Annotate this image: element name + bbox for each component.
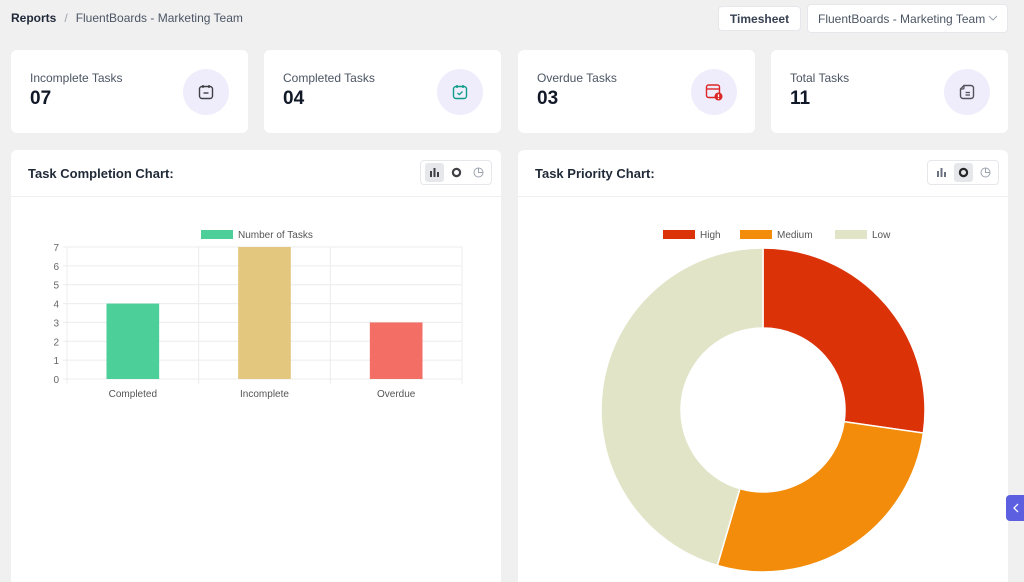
y-tick-label: 1 — [53, 356, 59, 367]
stat-icon-wrap — [944, 69, 990, 115]
calendar-alert-icon — [705, 84, 723, 101]
stat-value: 07 — [30, 88, 52, 109]
bar-incomplete — [238, 247, 291, 379]
stat-value: 04 — [283, 88, 305, 109]
y-tick-label: 3 — [53, 318, 59, 329]
board-select-value: FluentBoards - Marketing Team — [818, 11, 986, 26]
legend-swatch — [201, 230, 233, 239]
bar-chart-bars — [106, 247, 423, 379]
x-tick-label: Incomplete — [240, 389, 289, 400]
stat-card-incomplete: Incomplete Tasks 07 — [11, 50, 248, 133]
y-tick-label: 5 — [53, 281, 59, 292]
stat-value: 11 — [790, 88, 811, 109]
calendar-check-icon — [452, 85, 468, 100]
legend-label: Number of Tasks — [238, 230, 313, 241]
stat-label: Completed Tasks — [283, 71, 375, 85]
legend-label-high: High — [700, 230, 721, 241]
stat-icon-wrap — [183, 69, 229, 115]
y-tick-label: 2 — [53, 337, 59, 348]
bar-chart: 0 1 2 3 4 5 6 7 Completed Incomplete Overdue Numbe… — [53, 230, 463, 400]
legend-swatch-high — [663, 230, 695, 239]
calendar-minus-icon — [198, 85, 214, 100]
doughnut-chart-legend: High Medium Low — [663, 230, 891, 241]
stat-card-completed: Completed Tasks 04 — [264, 50, 501, 133]
breadcrumb: Reports / FluentBoards - Marketing Team — [11, 11, 243, 25]
timesheet-button[interactable]: Timesheet — [718, 6, 801, 31]
doughnut-chart: High Medium Low — [600, 230, 926, 573]
document-icon — [959, 84, 975, 100]
stat-icon-wrap — [691, 69, 737, 115]
stat-value: 03 — [537, 88, 559, 109]
chevron-down-icon — [988, 15, 998, 21]
legend-swatch-medium — [740, 230, 772, 239]
collapse-sidebar-button[interactable] — [1006, 495, 1024, 521]
bar-completed — [106, 303, 160, 379]
stat-label: Total Tasks — [790, 71, 850, 85]
stat-card-total: Total Tasks 11 — [771, 50, 1008, 133]
y-tick-label: 0 — [53, 375, 59, 386]
stat-label: Overdue Tasks — [537, 71, 617, 85]
task-completion-panel: Task Completion Chart: 0 1 2 3 4 5 6 7 Completed… — [11, 150, 501, 582]
slice-high — [762, 247, 926, 434]
breadcrumb-reports-link[interactable]: Reports — [11, 11, 56, 25]
x-tick-label: Overdue — [377, 389, 416, 400]
bar-chart-legend: Number of Tasks — [201, 230, 313, 241]
doughnut-chart-slices — [600, 247, 926, 573]
legend-label-low: Low — [872, 230, 891, 241]
breadcrumb-separator: / — [64, 11, 68, 25]
x-tick-label: Completed — [109, 389, 157, 400]
legend-swatch-low — [835, 230, 867, 239]
legend-label-medium: Medium — [777, 230, 813, 241]
task-priority-panel: Task Priority Chart: High Medium Low — [518, 150, 1008, 582]
stat-card-overdue: Overdue Tasks 03 — [518, 50, 755, 133]
slice-medium — [716, 420, 925, 573]
y-tick-label: 6 — [53, 262, 59, 273]
board-select[interactable]: FluentBoards - Marketing Team — [807, 4, 1008, 33]
y-tick-label: 4 — [53, 300, 59, 311]
y-tick-label: 7 — [53, 243, 59, 254]
bar-overdue — [369, 322, 423, 379]
chevron-left-icon — [1013, 503, 1019, 513]
stat-icon-wrap — [437, 69, 483, 115]
stat-label: Incomplete Tasks — [30, 71, 123, 85]
top-bar: Reports / FluentBoards - Marketing Team … — [0, 0, 1024, 38]
breadcrumb-current: FluentBoards - Marketing Team — [75, 11, 243, 25]
